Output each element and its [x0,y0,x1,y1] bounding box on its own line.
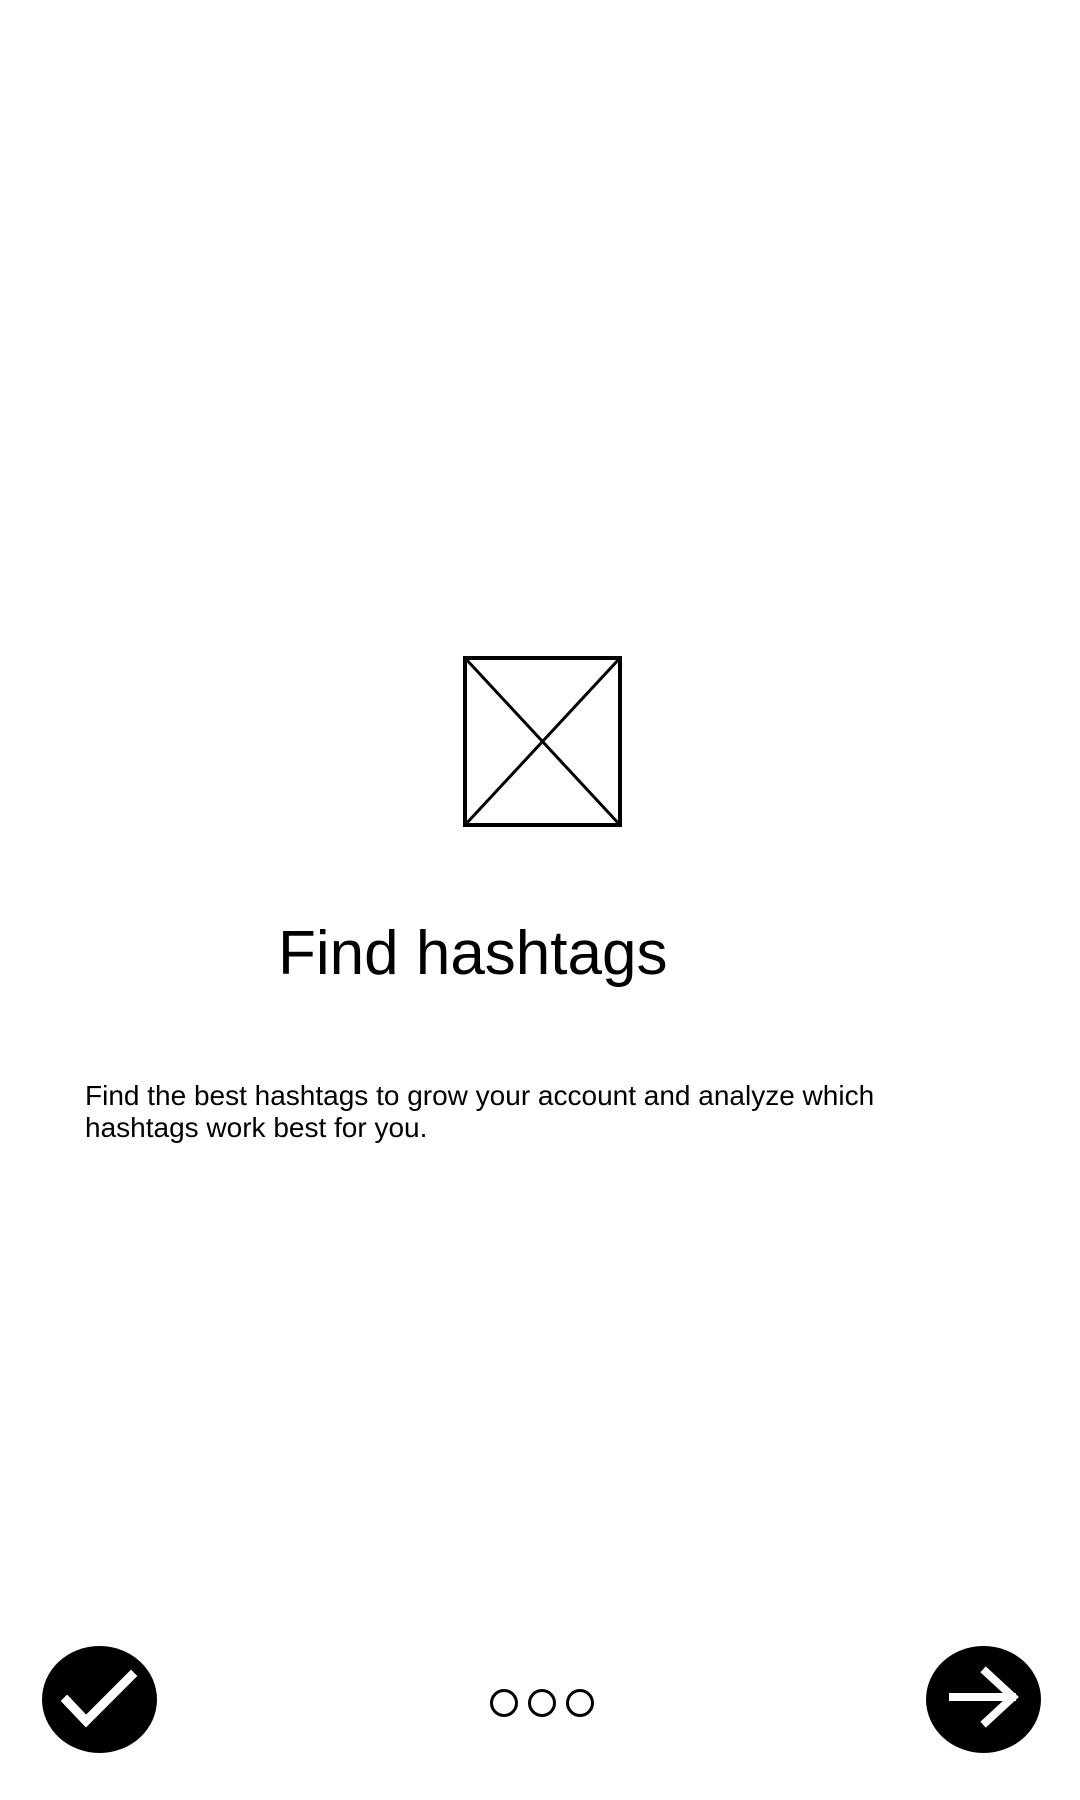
arrow-right-icon [949,1666,1019,1728]
page-dot-2[interactable] [528,1689,556,1717]
onboarding-description: Find the best hashtags to grow your acco… [85,1080,875,1143]
page-indicator [490,1689,594,1717]
next-button[interactable] [926,1646,1041,1753]
page-dot-3[interactable] [566,1689,594,1717]
checkmark-icon [60,1669,138,1728]
onboarding-title: Find hashtags [278,919,668,988]
image-placeholder-icon [463,656,622,827]
done-button[interactable] [42,1646,157,1753]
page-dot-1[interactable] [490,1689,518,1717]
onboarding-screen: Find hashtags Find the best hashtags to … [0,0,1080,1800]
